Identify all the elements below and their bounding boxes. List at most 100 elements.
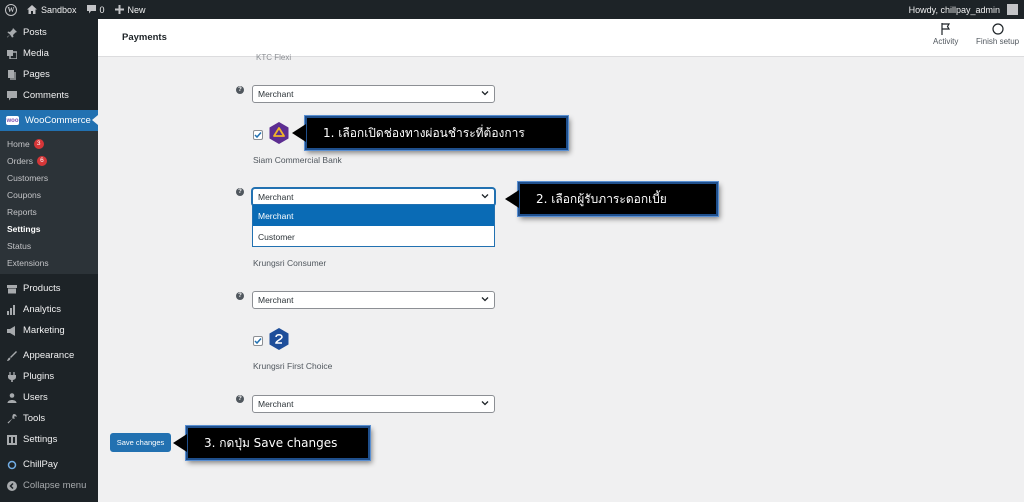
sidebar-item-tools[interactable]: Tools [0,408,98,429]
admin-bar: W Sandbox 0 New Howdy, chillpay_admin [0,0,1024,19]
cut-off-bank-name: KTC Flexi [256,53,292,62]
sidebar-item-comments[interactable]: Comments [0,85,98,106]
sidebar-label: Analytics [23,304,62,315]
chevron-down-icon [481,295,489,305]
activity-button[interactable]: Activity [933,23,958,46]
sidebar-label: Plugins [23,371,55,382]
submenu-item-home[interactable]: Home 3 [0,135,98,152]
interest-payer-select[interactable]: Merchant [252,395,495,413]
krungsri-first-choice-logo [268,328,290,353]
submenu-label: Status [7,240,32,251]
page-header: Payments Activity Finish setup [98,19,1024,57]
comment-count: 0 [99,4,105,15]
new-label: New [127,4,146,15]
help-icon[interactable]: ? [236,395,244,403]
scb-logo [268,122,290,147]
sidebar-item-media[interactable]: Media [0,43,98,64]
collapse-icon [6,480,17,491]
progress-ring-icon [991,23,1004,37]
submenu-label: Extensions [7,257,49,268]
sidebar-label: Collapse menu [23,480,87,491]
sidebar-item-woocommerce[interactable]: woo WooCommerce [0,110,98,131]
bank-enable-checkbox[interactable] [253,336,263,346]
help-icon[interactable]: ? [236,86,244,94]
sidebar-label: Settings [23,434,58,445]
submenu-label: Reports [7,206,37,217]
woocommerce-icon: woo [6,116,19,125]
interest-payer-select[interactable]: Merchant [252,291,495,309]
sidebar-label: Pages [23,69,50,80]
sidebar-item-plugins[interactable]: Plugins [0,366,98,387]
submenu-item-coupons[interactable]: Coupons [0,186,98,203]
marketing-icon [6,325,17,336]
dropdown-option-customer[interactable]: Customer [253,226,494,247]
comments-link[interactable]: 0 [82,0,110,19]
help-icon[interactable]: ? [236,188,244,196]
submenu-label: Customers [7,172,49,183]
sidebar-label: Tools [23,413,46,424]
woocommerce-submenu: Home 3 Orders 6 Customers Coupons Report… [0,131,98,274]
site-name-link[interactable]: Sandbox [22,0,82,19]
account-menu[interactable]: Howdy, chillpay_admin [904,0,1024,19]
submenu-item-customers[interactable]: Customers [0,169,98,186]
checkmark-icon [254,338,262,345]
pin-icon [6,27,17,38]
sidebar-label: WooCommerce [25,115,91,126]
submenu-label: Home [7,138,30,149]
collapse-menu-button[interactable]: Collapse menu [0,475,98,496]
help-icon[interactable]: ? [236,292,244,300]
submenu-label: Orders [7,155,33,166]
count-badge: 6 [36,155,47,166]
sidebar-item-appearance[interactable]: Appearance [0,345,98,366]
checkmark-icon [254,132,262,139]
comments-icon [6,90,17,101]
comment-bubble-icon [86,5,96,14]
submenu-item-status[interactable]: Status [0,237,98,254]
sidebar-label: Appearance [23,350,75,361]
callout-step-3: 3. กดปุ่ม Save changes [173,426,370,460]
sidebar-label: Marketing [23,325,65,336]
pages-icon [6,69,17,80]
users-icon [6,392,17,403]
sidebar-label: Posts [23,27,47,38]
sidebar-item-pages[interactable]: Pages [0,64,98,85]
page-title: Payments [122,32,167,43]
sidebar-item-chillpay[interactable]: ChillPay [0,454,98,475]
activity-label: Activity [933,37,959,46]
select-value: Merchant [258,89,294,99]
submenu-item-extensions[interactable]: Extensions [0,254,98,271]
bank-name: Siam Commercial Bank [253,155,342,165]
save-changes-button[interactable]: Save changes [110,433,171,452]
chevron-down-icon [481,399,489,409]
sidebar-item-products[interactable]: Products [0,278,98,299]
bank-name: Krungsri Consumer [253,258,327,268]
submenu-item-orders[interactable]: Orders 6 [0,152,98,169]
callout-step-1: 1. เลือกเปิดช่องทางผ่อนชำระที่ต้องการ [292,116,568,150]
sidebar-item-settings[interactable]: Settings [0,429,98,450]
finish-setup-button[interactable]: Finish setup [976,23,1019,46]
wordpress-menu[interactable]: W [0,0,22,19]
avatar [1007,4,1018,15]
submenu-label: Settings [7,223,41,234]
sidebar-item-posts[interactable]: Posts [0,22,98,43]
select-value: Merchant [258,399,294,409]
media-icon [6,48,17,59]
submenu-item-reports[interactable]: Reports [0,203,98,220]
sidebar-item-marketing[interactable]: Marketing [0,320,98,341]
select-value: Merchant [258,295,294,305]
submenu-label: Coupons [7,189,42,200]
admin-sidebar: Posts Media Pages Comments woo WooCommer… [0,19,98,502]
flag-icon [941,23,951,37]
submenu-item-settings[interactable]: Settings [0,220,98,237]
dropdown-option-merchant[interactable]: Merchant [253,205,494,226]
sidebar-item-users[interactable]: Users [0,387,98,408]
chevron-down-icon [481,192,489,202]
bank-enable-checkbox[interactable] [253,130,263,140]
sidebar-label: Media [23,48,49,59]
chevron-down-icon [481,89,489,99]
new-content-link[interactable]: New [110,0,151,19]
home-icon [27,5,37,14]
sidebar-item-analytics[interactable]: Analytics [0,299,98,320]
finish-setup-label: Finish setup [976,37,1020,46]
interest-payer-select[interactable]: Merchant [252,85,495,103]
